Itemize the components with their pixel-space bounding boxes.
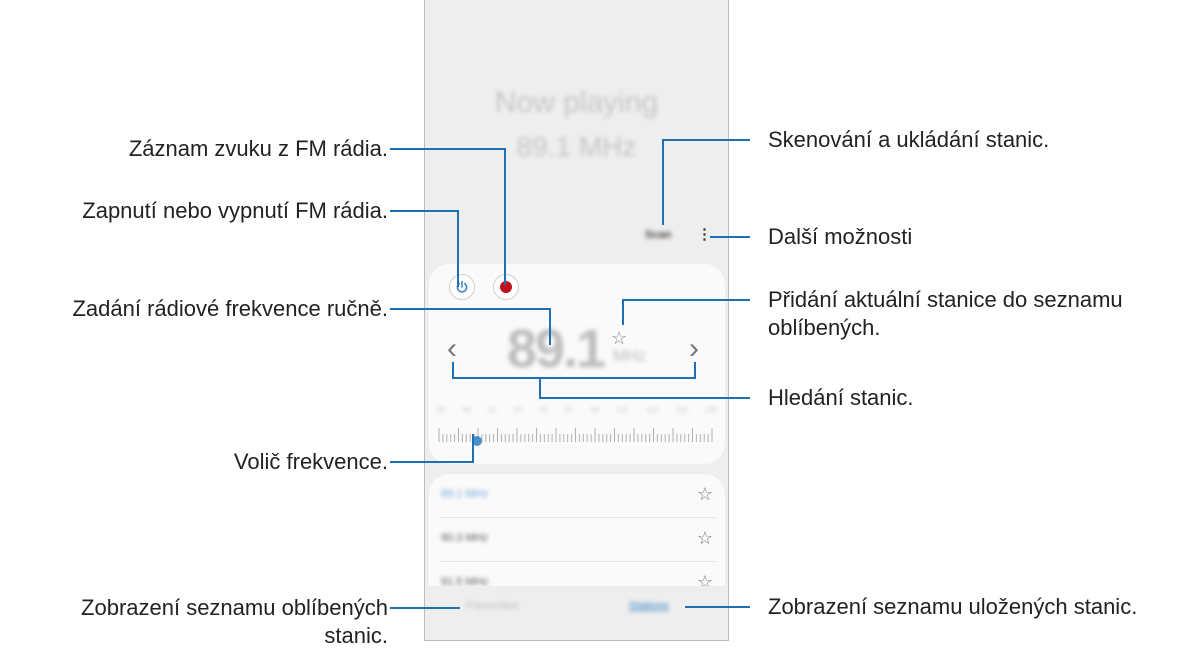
callout-favorites-line1: Zobrazení seznamu oblíbených <box>81 595 388 620</box>
callout-dial: Volič frekvence. <box>233 449 388 474</box>
callout-search: Hledání stanic. <box>768 385 914 410</box>
callout-manual: Zadání rádiové frekvence ručně. <box>72 296 388 321</box>
leader-manual <box>390 308 551 345</box>
leader-scan <box>662 139 750 225</box>
callout-scan: Skenování a ukládání stanic. <box>768 127 1050 152</box>
callout-favorites-line2: stanic. <box>324 623 388 649</box>
callout-more: Další možnosti <box>768 224 913 249</box>
callout-favorites: Zobrazení seznamu oblíbených stanic. <box>81 594 388 650</box>
leader-add-fav <box>622 299 750 325</box>
leader-search <box>452 362 750 399</box>
leader-power <box>390 210 459 287</box>
leader-record <box>390 148 506 285</box>
callout-add-favorite-line1: Přidání aktuální stanice do seznamu <box>768 287 1123 312</box>
callout-add-favorite-line2: oblíbených. <box>768 315 881 341</box>
callout-power: Zapnutí nebo vypnutí FM rádia. <box>82 198 388 223</box>
callout-add-favorite: Přidání aktuální stanice do seznamu oblí… <box>768 286 1123 342</box>
leader-dial <box>390 434 474 463</box>
callout-saved: Zobrazení seznamu uložených stanic. <box>768 594 1138 619</box>
callout-record: Záznam zvuku z FM rádia. <box>128 136 388 161</box>
